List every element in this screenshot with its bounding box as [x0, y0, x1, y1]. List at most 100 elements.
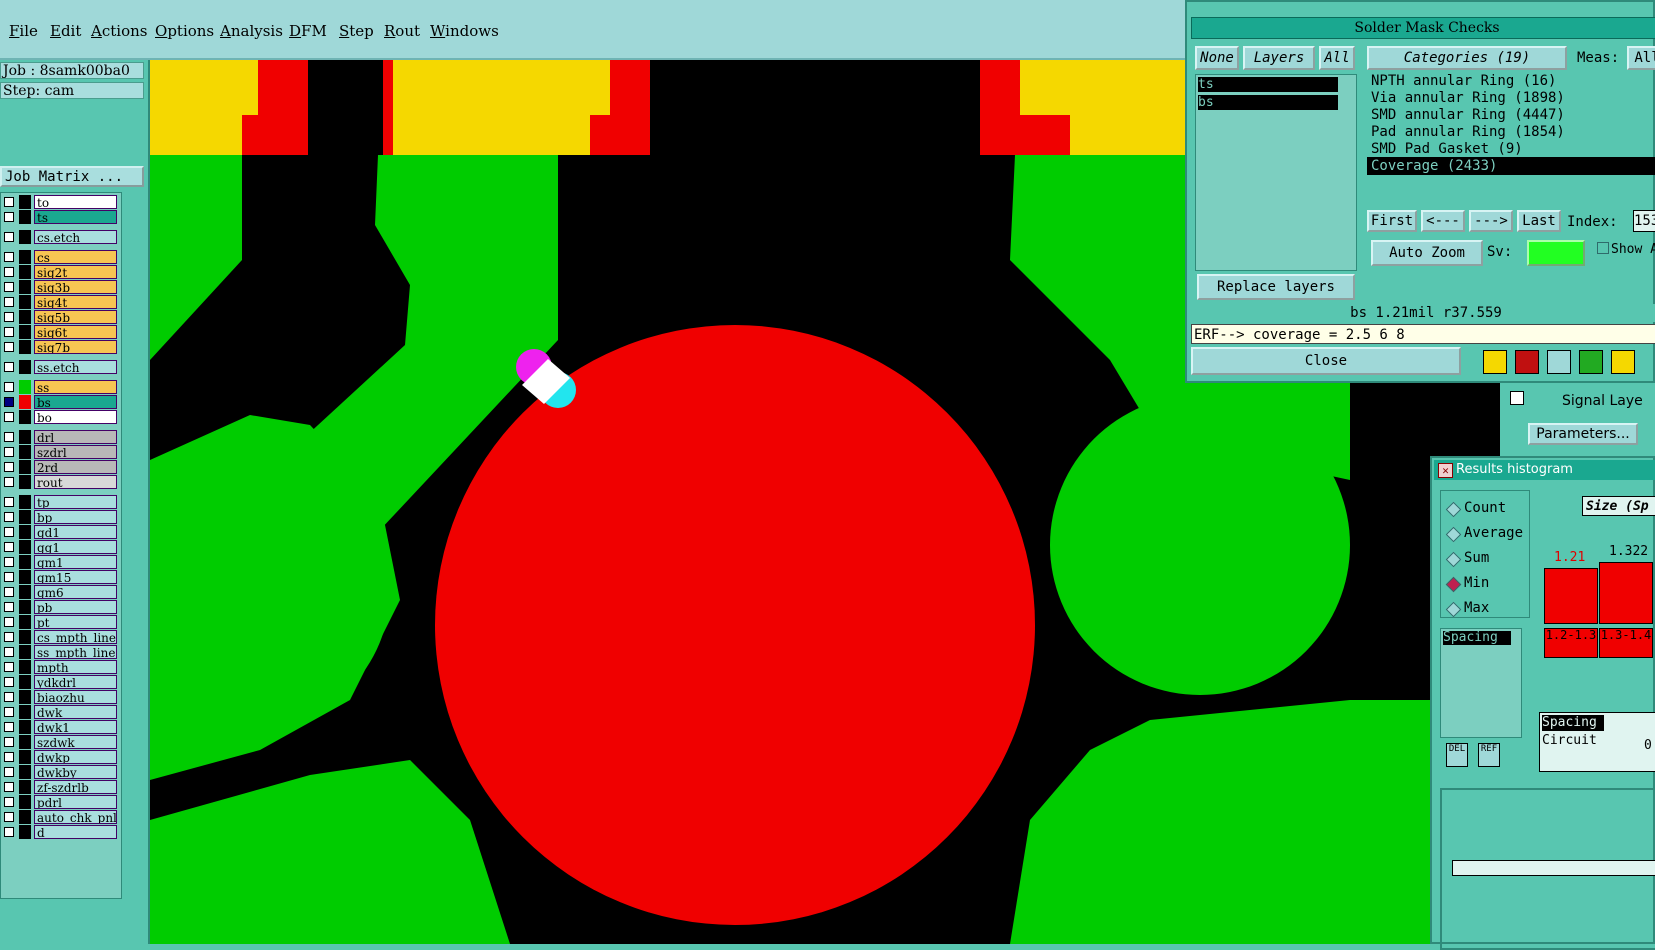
layer-checkbox[interactable] [4, 342, 14, 352]
layer-checkbox[interactable] [4, 447, 14, 457]
layer-checkbox[interactable] [4, 282, 14, 292]
menu-edit[interactable]: Edit [50, 22, 81, 40]
layer-checkbox[interactable] [4, 497, 14, 507]
layer-checkbox[interactable] [4, 527, 14, 537]
layer-row-cs[interactable]: cs [1, 250, 119, 264]
radio-max-label[interactable]: Max [1464, 600, 1489, 616]
layer-checkbox[interactable] [4, 617, 14, 627]
category-item[interactable]: Pad annular Ring (1854) [1367, 123, 1655, 141]
layer-checkbox[interactable] [4, 512, 14, 522]
layer-checkbox[interactable] [4, 267, 14, 277]
histogram-bar[interactable] [1599, 562, 1653, 624]
layer-row-pb[interactable]: pb [1, 600, 119, 614]
del-button[interactable]: DEL [1446, 743, 1468, 767]
layer-row-pt[interactable]: pt [1, 615, 119, 629]
tool-icon-4[interactable] [1579, 350, 1603, 374]
layer-row-bp[interactable]: bp [1, 510, 119, 524]
layer-color-swatch[interactable] [19, 360, 31, 374]
menu-analysis[interactable]: Analysis [220, 22, 283, 40]
layer-row-biaozhu[interactable]: biaozhu [1, 690, 119, 704]
layer-checkbox[interactable] [4, 462, 14, 472]
layer-row-gg1[interactable]: gg1 [1, 540, 119, 554]
layer-color-swatch[interactable] [19, 555, 31, 569]
layer-color-swatch[interactable] [19, 310, 31, 324]
layer-color-swatch[interactable] [19, 675, 31, 689]
layer-checkbox[interactable] [4, 632, 14, 642]
layer-color-swatch[interactable] [19, 445, 31, 459]
signal-checkbox[interactable] [1510, 391, 1524, 405]
auto-zoom-dropdown[interactable]: Auto Zoom [1371, 240, 1483, 266]
layer-checkbox[interactable] [4, 232, 14, 242]
layer-color-swatch[interactable] [19, 495, 31, 509]
layer-checkbox[interactable] [4, 382, 14, 392]
none-button[interactable]: None [1195, 46, 1239, 70]
layer-checkbox[interactable] [4, 707, 14, 717]
tool-icon-1[interactable] [1483, 350, 1507, 374]
layer-checkbox[interactable] [4, 362, 14, 372]
layer-row-gm6[interactable]: gm6 [1, 585, 119, 599]
layer-checkbox[interactable] [4, 197, 14, 207]
layer-item-ts[interactable]: ts [1198, 77, 1338, 92]
layer-checkbox[interactable] [4, 662, 14, 672]
layer-row-dwkby[interactable]: dwkby [1, 765, 119, 779]
histogram-bar[interactable] [1544, 568, 1598, 624]
layer-row-zf-szdrlb[interactable]: zf-szdrlb [1, 780, 119, 794]
layer-checkbox[interactable] [4, 737, 14, 747]
layer-checkbox[interactable] [4, 677, 14, 687]
category-item[interactable]: SMD annular Ring (4447) [1367, 106, 1655, 124]
layer-row-d[interactable]: d [1, 825, 119, 839]
list-item[interactable]: Circuit [1542, 733, 1597, 748]
layer-color-swatch[interactable] [19, 825, 31, 839]
close-button[interactable]: Close [1191, 347, 1461, 375]
layer-row-ss[interactable]: ss [1, 380, 119, 394]
layer-checkbox[interactable] [4, 432, 14, 442]
layer-row-sig2t[interactable]: sig2t [1, 265, 119, 279]
layer-color-swatch[interactable] [19, 570, 31, 584]
layers-button[interactable]: Layers [1243, 46, 1315, 70]
radio-average-label[interactable]: Average [1464, 525, 1523, 541]
layer-color-swatch[interactable] [19, 645, 31, 659]
last-button[interactable]: Last [1517, 210, 1561, 232]
layer-color-swatch[interactable] [19, 250, 31, 264]
layer-row-gm15[interactable]: gm15 [1, 570, 119, 584]
sv-color-dropdown[interactable] [1527, 240, 1585, 266]
category-item[interactable]: SMD Pad Gasket (9) [1367, 140, 1655, 158]
layer-row-tp[interactable]: tp [1, 495, 119, 509]
tool-icon-2[interactable] [1515, 350, 1539, 374]
bar-range-label[interactable]: 1.3-1.4 [1599, 628, 1653, 658]
layer-row-ss_mpth_line[interactable]: ss_mpth_line [1, 645, 119, 659]
layer-item-bs[interactable]: bs [1198, 95, 1338, 110]
ref-button[interactable]: REF [1478, 743, 1500, 767]
meas-dropdown[interactable]: All [1627, 46, 1655, 70]
layer-row-bs[interactable]: bs [1, 395, 119, 409]
list-item[interactable]: Spacing [1542, 715, 1604, 731]
layer-row-szdrl[interactable]: szdrl [1, 445, 119, 459]
layer-row-dwk[interactable]: dwk [1, 705, 119, 719]
layer-color-swatch[interactable] [19, 430, 31, 444]
category-item[interactable]: NPTH annular Ring (16) [1367, 72, 1655, 90]
layer-color-swatch[interactable] [19, 705, 31, 719]
layer-row-cs.etch[interactable]: cs.etch [1, 230, 119, 244]
layer-color-swatch[interactable] [19, 795, 31, 809]
show-checkbox[interactable] [1597, 242, 1609, 254]
layer-color-swatch[interactable] [19, 780, 31, 794]
layer-checkbox[interactable] [4, 812, 14, 822]
list-item[interactable]: Spacing [1443, 631, 1511, 645]
layer-row-sig7b[interactable]: sig7b [1, 340, 119, 354]
close-icon[interactable]: ✕ [1438, 463, 1453, 478]
parameters-button[interactable]: Parameters... [1528, 423, 1638, 445]
layer-row-sig4t[interactable]: sig4t [1, 295, 119, 309]
layer-color-swatch[interactable] [19, 395, 31, 409]
index-input[interactable]: 153 [1633, 210, 1655, 232]
layer-color-swatch[interactable] [19, 660, 31, 674]
next-button[interactable]: ---> [1469, 210, 1513, 232]
layer-row-sig5b[interactable]: sig5b [1, 310, 119, 324]
layer-checkbox[interactable] [4, 212, 14, 222]
layer-color-swatch[interactable] [19, 600, 31, 614]
replace-layers-dropdown[interactable]: Replace layers [1197, 274, 1355, 300]
all-button[interactable]: All [1319, 46, 1355, 70]
layer-color-swatch[interactable] [19, 460, 31, 474]
layer-checkbox[interactable] [4, 297, 14, 307]
layer-color-swatch[interactable] [19, 615, 31, 629]
layer-checkbox[interactable] [4, 542, 14, 552]
